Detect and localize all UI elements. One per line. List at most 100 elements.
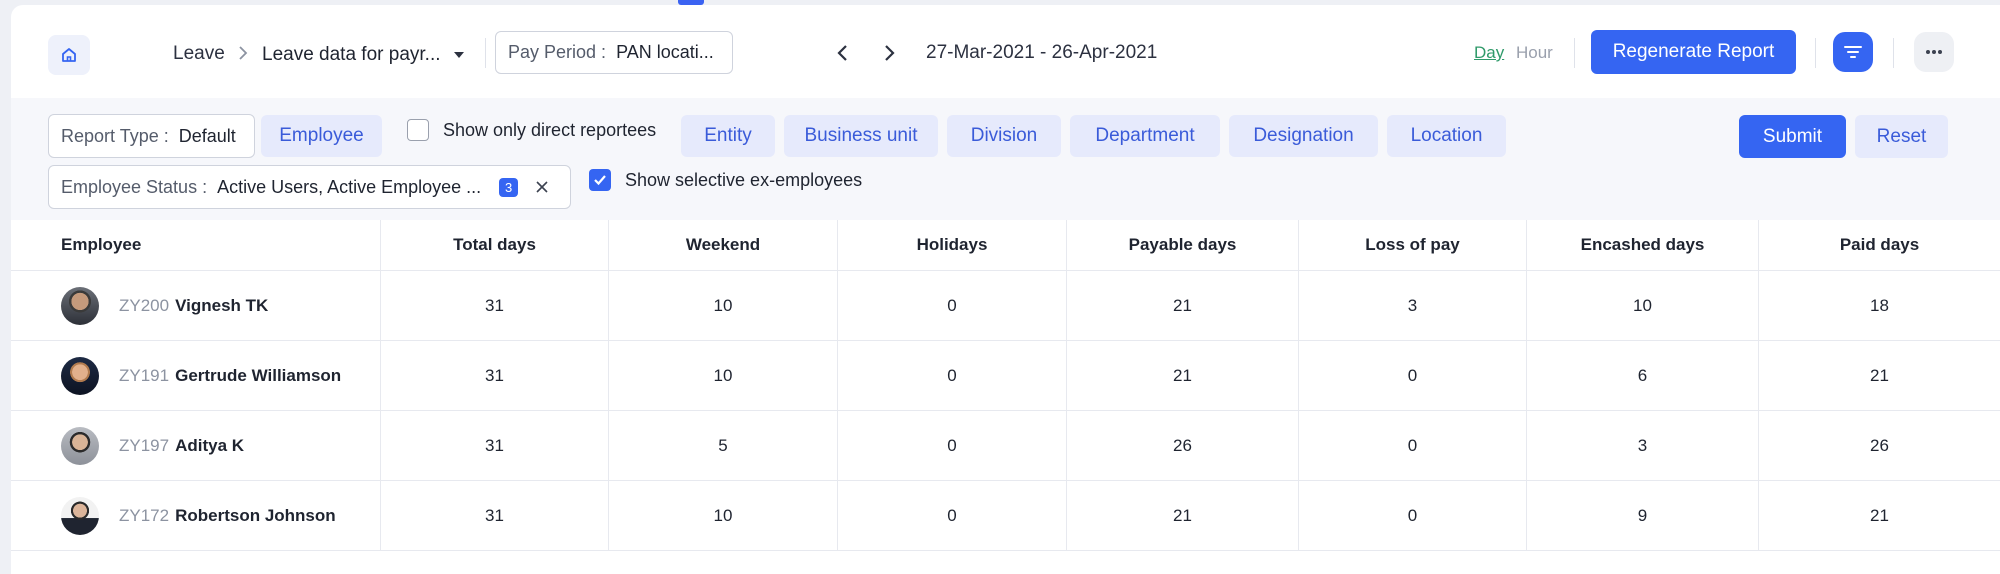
column-header-paid-days: Paid days [1839,235,1920,254]
payable-days-value: 21 [1067,341,1299,410]
chip-designation[interactable]: Designation [1229,115,1378,157]
caret-down-icon [453,52,464,58]
next-period-button[interactable] [881,43,897,63]
pay-period-select[interactable]: Pay Period : PAN locati... [495,31,733,74]
encashed-days-value: 6 [1527,341,1759,410]
toggle-day[interactable]: Day [1474,43,1504,63]
employee-id: ZY172 [119,505,170,525]
ex-employees-checkbox[interactable]: Show selective ex-employees [589,169,862,191]
column-header-total-days: Total days [381,220,609,270]
paid-days-value: 18 [1870,295,1889,315]
employee-cell: ZY191 Gertrude Williamson [11,341,381,410]
pay-period-label: Pay Period : [508,42,607,62]
chip-department[interactable]: Department [1070,115,1220,157]
employee-status-count-badge: 3 [499,177,519,197]
holidays-value: 0 [838,411,1067,480]
holidays-value: 0 [838,341,1067,410]
home-icon [62,48,76,62]
chevron-right-icon [239,46,248,60]
employee-name[interactable]: Gertrude Williamson [175,366,341,386]
header-divider [485,38,486,68]
filter-icon [1844,46,1862,58]
chip-business-unit[interactable]: Business unit [784,115,938,157]
checkbox-unchecked [407,119,429,141]
holidays-value: 0 [838,271,1067,340]
report-panel: Leave Reports Leave data for payr... Pay… [11,5,2000,574]
column-header-weekend: Weekend [609,220,838,270]
employee-id: ZY191 [119,365,170,385]
chip-location[interactable]: Location [1387,115,1506,157]
weekend-value: 10 [609,271,838,340]
table-header: Employee Total days Weekend Holidays Pay… [11,220,2000,271]
leave-data-table: Employee Total days Weekend Holidays Pay… [11,220,2000,551]
weekend-value: 10 [609,341,838,410]
header-divider [1893,38,1894,68]
pay-period-value: PAN locati... [616,42,714,62]
column-header-encashed-days: Encashed days [1527,220,1759,270]
avatar [61,496,99,535]
reset-button[interactable]: Reset [1855,115,1948,158]
employee-name[interactable]: Aditya K [175,436,244,456]
table-row[interactable]: ZY191 Gertrude Williamson 31 10 0 21 0 6… [11,341,2000,411]
employee-cell: ZY197 Aditya K [11,411,381,480]
filter-button[interactable] [1833,32,1873,72]
weekend-value: 5 [609,411,838,480]
loss-of-pay-value: 0 [1299,341,1527,410]
check-icon [594,175,606,186]
breadcrumb-current-label: Leave data for payr... [262,44,441,65]
encashed-days-value: 3 [1527,411,1759,480]
ex-employees-label: Show selective ex-employees [625,169,863,190]
encashed-days-value: 10 [1527,271,1759,340]
more-options-button[interactable] [1914,32,1954,72]
paid-days-value: 26 [1870,435,1889,455]
chip-employee[interactable]: Employee [261,115,382,157]
total-days-value: 31 [381,481,609,550]
table-row[interactable]: ZY197 Aditya K 31 5 0 26 0 3 26 [11,411,2000,481]
payable-days-value: 21 [1067,271,1299,340]
total-days-value: 31 [381,411,609,480]
holidays-value: 0 [838,481,1067,550]
breadcrumb-current-dropdown[interactable]: Leave data for payr... [262,44,465,66]
report-header: Leave Reports Leave data for payr... Pay… [11,5,2000,98]
previous-period-button[interactable] [835,43,851,63]
clear-status-button[interactable] [536,181,548,193]
table-row[interactable]: ZY200 Vignesh TK 31 10 0 21 3 10 18 [11,271,2000,341]
employee-cell: ZY172 Robertson Johnson [11,481,381,550]
employee-cell: ZY200 Vignesh TK [11,271,381,340]
toggle-hour[interactable]: Hour [1516,43,1553,63]
employee-id: ZY197 [119,435,170,455]
loss-of-pay-value: 0 [1299,481,1527,550]
employee-status-select[interactable]: Employee Status : Active Users, Active E… [48,165,571,209]
chip-entity[interactable]: Entity [681,115,775,157]
filter-bar: Report Type : Default Employee Show only… [11,98,2000,220]
employee-id: ZY200 [119,295,170,315]
direct-reportees-label: Show only direct reportees [443,119,657,140]
report-type-value: Default [178,125,236,146]
breadcrumb-parent[interactable]: Leave Reports [173,43,227,65]
direct-reportees-checkbox[interactable]: Show only direct reportees [407,119,656,141]
avatar [61,286,99,325]
total-days-value: 31 [381,271,609,340]
employee-status-value: Active Users, Active Employee ... [217,176,482,197]
home-button[interactable] [48,35,90,75]
column-header-loss-of-pay: Loss of pay [1299,220,1527,270]
employee-name[interactable]: Robertson Johnson [175,506,336,526]
close-icon [536,181,548,193]
report-type-select[interactable]: Report Type : Default [48,114,255,158]
weekend-value: 10 [609,481,838,550]
loss-of-pay-value: 0 [1299,411,1527,480]
paid-days-value: 21 [1870,505,1889,525]
date-range: 27-Mar-2021 - 26-Apr-2021 [926,42,1158,63]
table-row[interactable]: ZY172 Robertson Johnson 31 10 0 21 0 9 2… [11,481,2000,551]
column-header-payable-days: Payable days [1067,220,1299,270]
payable-days-value: 21 [1067,481,1299,550]
chip-division[interactable]: Division [947,115,1061,157]
report-type-label: Report Type : [61,125,169,146]
employee-status-label: Employee Status : [61,176,208,197]
checkbox-checked [589,169,611,191]
submit-button[interactable]: Submit [1739,115,1846,158]
encashed-days-value: 9 [1527,481,1759,550]
regenerate-report-button[interactable]: Regenerate Report [1591,30,1796,74]
paid-days-value: 21 [1870,365,1889,385]
employee-name[interactable]: Vignesh TK [175,296,268,316]
